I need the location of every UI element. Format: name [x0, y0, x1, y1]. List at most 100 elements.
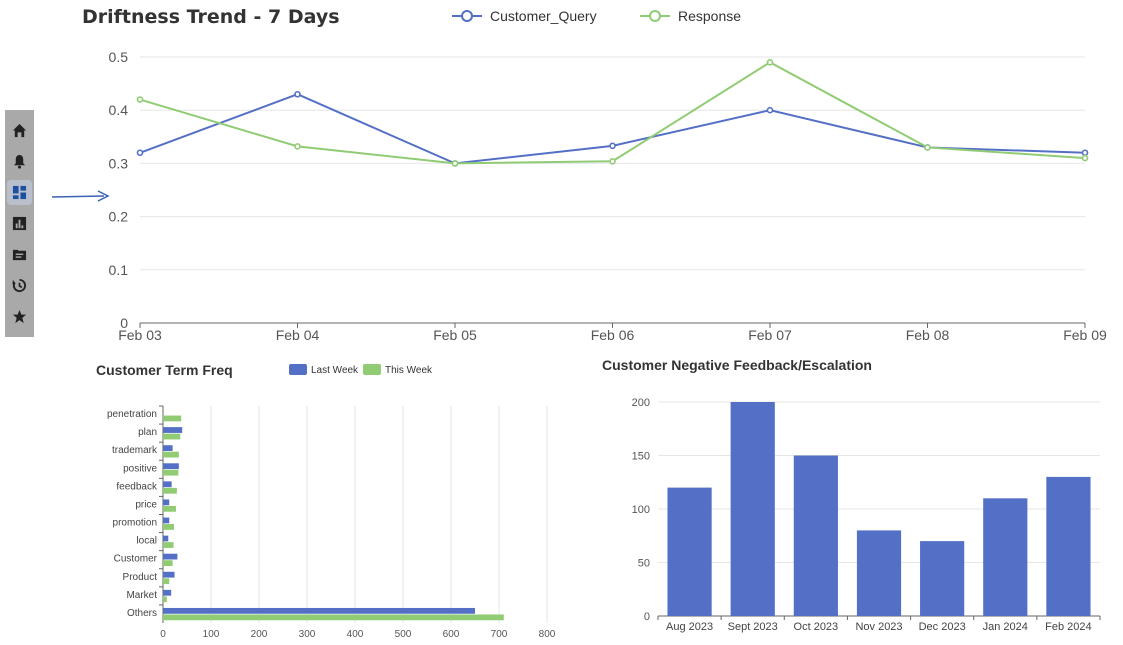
x-tick-label: Nov 2023: [855, 621, 902, 633]
bar: [163, 589, 172, 596]
legend-marker: [289, 364, 307, 375]
y-tick-label: 150: [632, 451, 650, 463]
y-tick-label: 0.2: [109, 209, 129, 225]
star-icon[interactable]: [7, 304, 32, 329]
chart-bars: [163, 415, 504, 621]
y-tick-label: 0: [644, 611, 650, 623]
x-tick-label: 0: [160, 629, 166, 640]
bar: [163, 451, 179, 458]
x-tick-label: Sept 2023: [728, 621, 778, 633]
bar: [163, 553, 178, 560]
bar: [793, 455, 838, 616]
x-tick-label: Feb 03: [118, 327, 162, 343]
chart-grid: [162, 406, 548, 623]
bar: [163, 607, 475, 614]
y-tick-label: penetration: [107, 409, 157, 420]
x-tick-label: Feb 07: [748, 327, 792, 343]
bar: [163, 487, 177, 494]
data-point: [609, 157, 616, 165]
chart-legend: Customer_Query Response: [452, 8, 741, 24]
bar: [163, 560, 173, 567]
y-tick-label: local: [136, 536, 157, 547]
data-point: [136, 149, 144, 157]
x-tick-label: Feb 06: [591, 327, 635, 343]
bell-icon[interactable]: [7, 149, 32, 174]
x-tick-label: 100: [203, 629, 220, 640]
bar: [163, 505, 176, 512]
y-axis: 00.10.20.30.40.5: [109, 49, 129, 331]
legend-marker: [649, 10, 661, 22]
y-tick-label: 100: [632, 504, 650, 516]
bar: [163, 517, 170, 524]
data-point: [451, 160, 459, 167]
x-tick-label: 400: [347, 629, 364, 640]
series-line: [139, 93, 1086, 165]
bar: [163, 481, 172, 488]
data-point: [136, 96, 144, 103]
y-tick-label: Market: [126, 590, 157, 601]
term-freq-bar-chart: Customer Term Freq Last Week This Week pe…: [96, 362, 556, 640]
y-axis: penetration plan trademark positive feedback…: [107, 405, 163, 619]
home-icon[interactable]: [7, 118, 32, 143]
legend-label: Customer_Query: [490, 8, 597, 24]
legend-label: Last Week: [311, 365, 359, 376]
history-icon[interactable]: [7, 273, 32, 298]
x-tick-label: Feb 04: [276, 327, 320, 343]
y-tick-label: 50: [638, 558, 650, 570]
x-tick-label: 200: [251, 629, 268, 640]
legend-label: This Week: [385, 365, 433, 376]
driftness-line-chart: Driftness Trend - 7 Days Customer_Query R…: [82, 6, 1107, 343]
bar: [163, 445, 173, 452]
y-tick-label: plan: [138, 427, 157, 438]
bar: [163, 542, 174, 548]
x-tick-label: Feb 08: [906, 327, 950, 343]
y-axis: 0 50 100 150 200: [632, 397, 650, 623]
chart-title: Customer Negative Feedback/Escalation: [602, 357, 872, 373]
x-tick-label: Oct 2023: [794, 621, 839, 633]
message-icon[interactable]: [7, 242, 32, 267]
legend-marker: [363, 364, 381, 375]
legend-label: Response: [678, 8, 741, 24]
bar-chart-icon[interactable]: [7, 211, 32, 236]
bar: [163, 535, 169, 542]
bar: [163, 614, 504, 621]
x-tick-label: Aug 2023: [666, 621, 713, 633]
y-tick-label: 0.1: [109, 262, 129, 278]
y-tick-label: positive: [123, 463, 157, 474]
chart-grid: [140, 56, 1085, 324]
x-tick-label: Feb 2024: [1045, 621, 1091, 633]
dashboard-icon[interactable]: [7, 180, 32, 205]
x-tick-label: 300: [299, 629, 316, 640]
x-tick-label: Feb 05: [433, 327, 477, 343]
y-tick-label: trademark: [112, 445, 158, 456]
sidebar-nav: [5, 110, 34, 337]
y-tick-label: Customer: [114, 554, 158, 565]
x-tick-label: 600: [443, 629, 460, 640]
bar: [856, 530, 902, 616]
chart-title: Customer Term Freq: [96, 362, 233, 378]
x-tick-label: Feb 09: [1063, 327, 1107, 343]
y-tick-label: promotion: [113, 518, 157, 529]
bar: [163, 433, 181, 440]
y-tick-label: Others: [127, 608, 157, 619]
y-tick-label: 0.4: [109, 102, 129, 118]
bar: [163, 571, 175, 578]
y-tick-label: 200: [632, 397, 650, 409]
x-axis: 0 100 200 300 400 500 600 700 800: [160, 629, 556, 640]
y-tick-label: 0.5: [109, 49, 129, 65]
x-axis: Aug 2023 Sept 2023 Oct 2023 Nov 2023 Dec 202…: [657, 616, 1101, 633]
data-point: [924, 144, 931, 151]
bar: [163, 499, 170, 506]
bar: [667, 487, 712, 616]
x-tick-label: Dec 2023: [919, 621, 966, 633]
bar: [730, 402, 775, 616]
data-point: [294, 90, 301, 98]
negative-feedback-bar-chart: Customer Negative Feedback/Escalation 0 5…: [602, 357, 1101, 633]
bar: [163, 524, 175, 530]
legend-marker: [461, 10, 473, 22]
bar: [983, 498, 1028, 616]
x-axis: Feb 03 Feb 04 Feb 05 Feb 06 Feb 07 Feb 08 Feb …: [118, 323, 1107, 343]
bar: [163, 427, 183, 433]
data-point: [766, 106, 774, 114]
x-tick-label: Jan 2024: [983, 621, 1028, 633]
